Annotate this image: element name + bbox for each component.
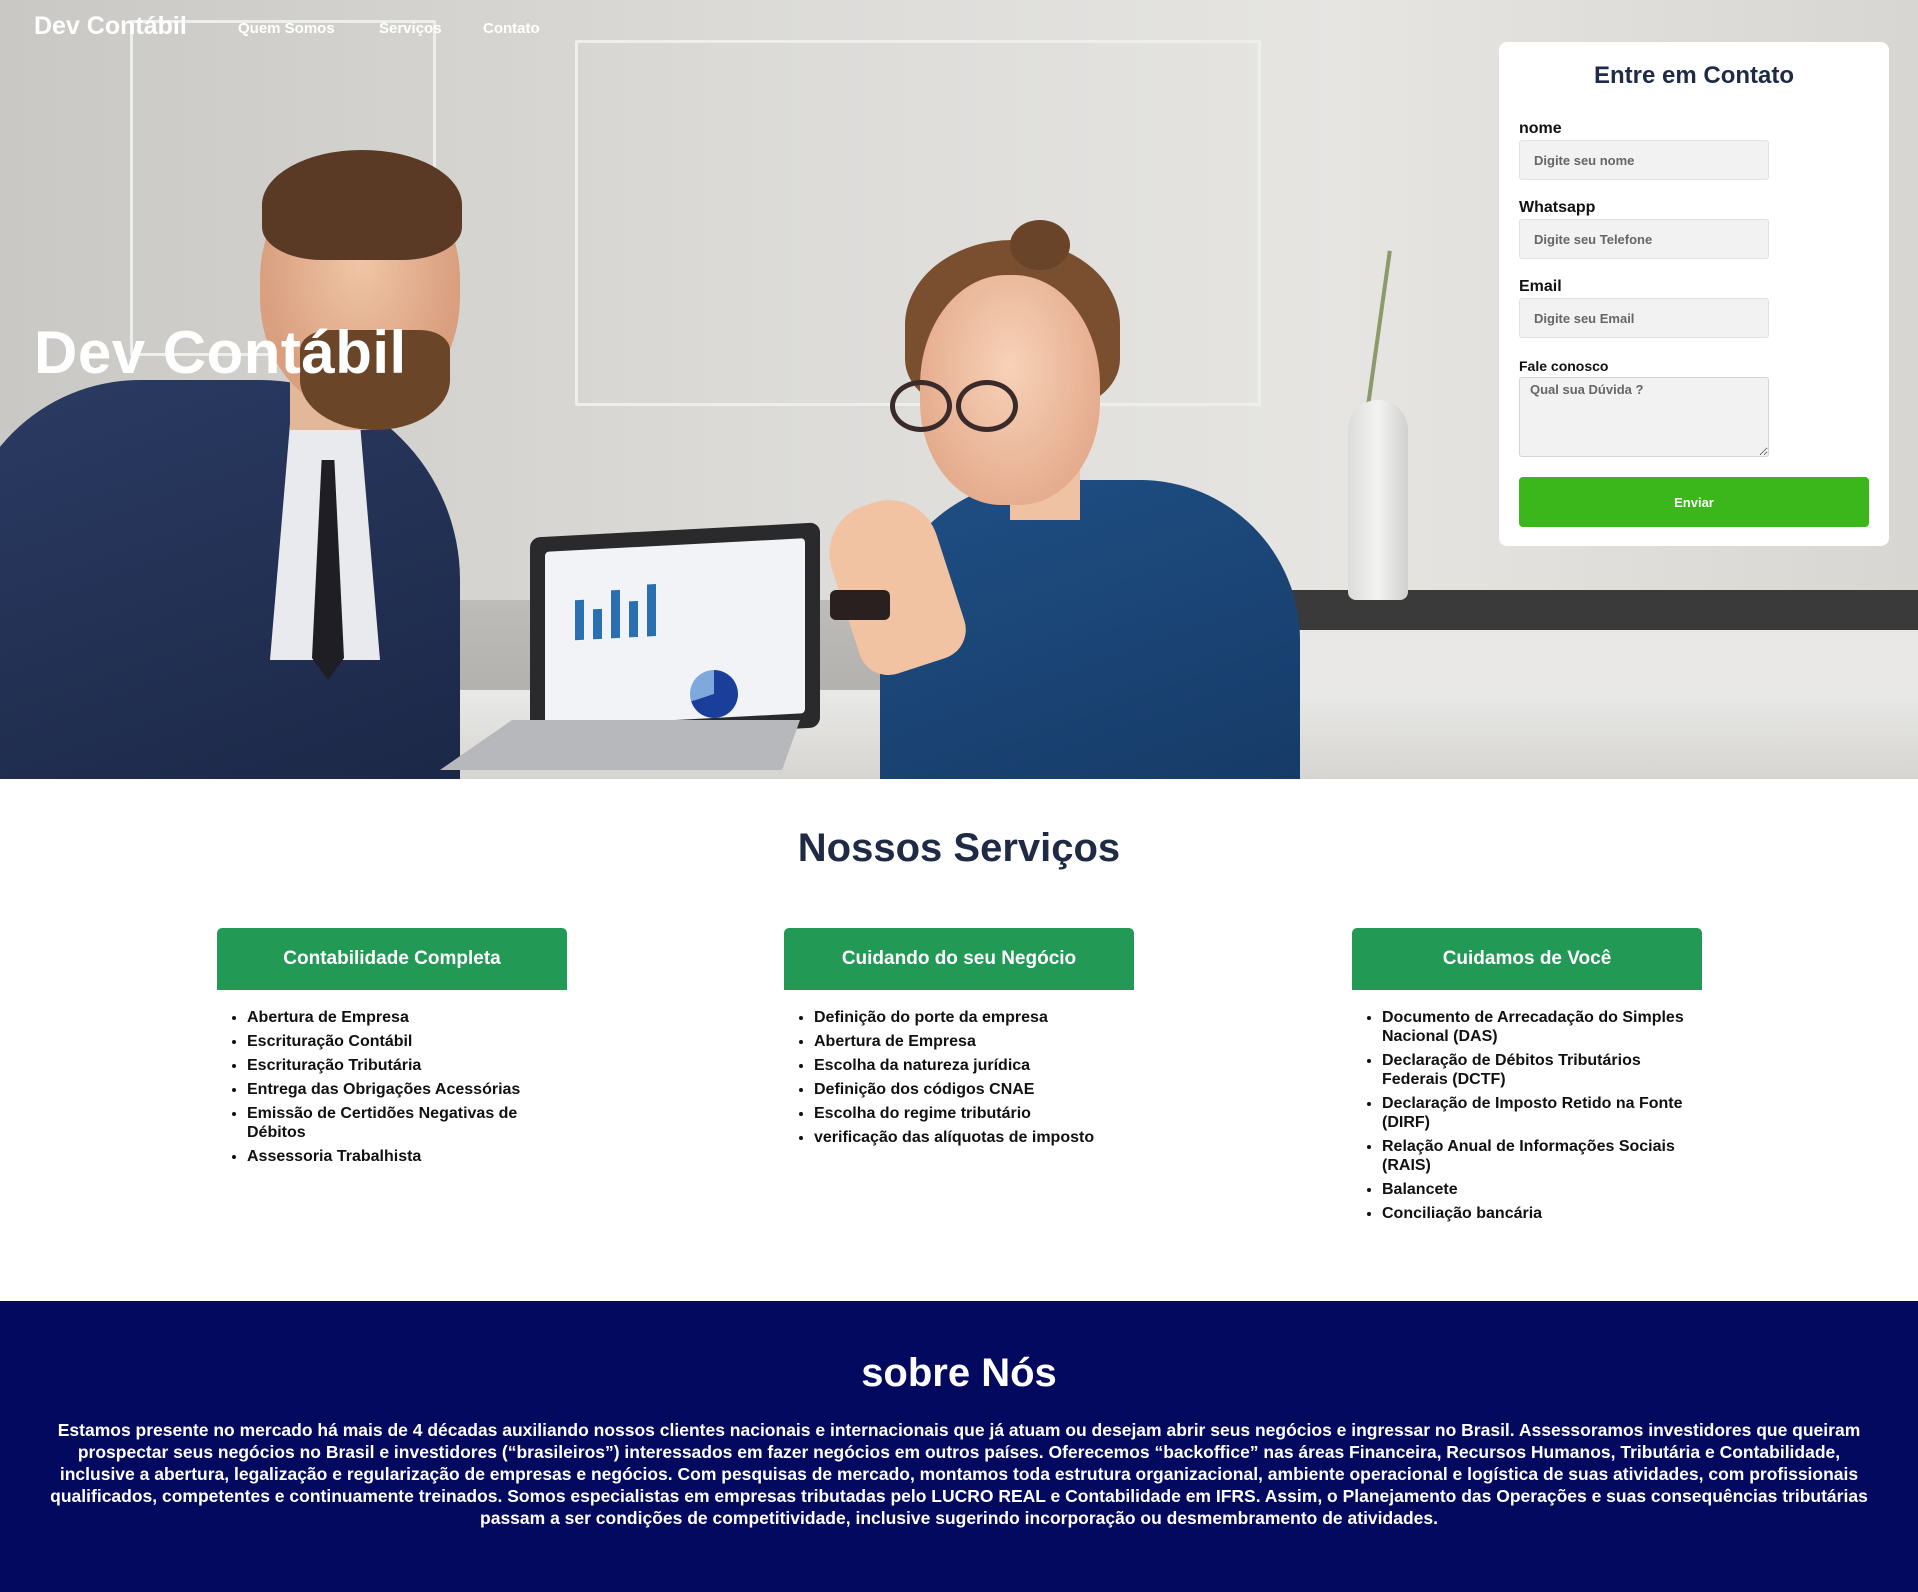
plant-stem	[1364, 250, 1392, 420]
service-list: Abertura de Empresa Escrituração Contábi…	[217, 1008, 567, 1166]
woman-hair-bun	[1010, 220, 1070, 270]
service-item: verificação das alíquotas de imposto	[814, 1128, 1134, 1147]
submit-button[interactable]: Enviar	[1519, 477, 1869, 527]
about-section: sobre Nós Estamos presente no mercado há…	[0, 1301, 1918, 1592]
nav-link-contato[interactable]: Contato	[483, 20, 540, 37]
whatsapp-input[interactable]	[1519, 219, 1769, 259]
about-text: Estamos presente no mercado há mais de 4…	[50, 1420, 1868, 1528]
message-label: Fale conosco	[1519, 358, 1609, 374]
service-list: Documento de Arrecadação do Simples Naci…	[1352, 1008, 1702, 1223]
laptop-bar	[647, 583, 656, 637]
laptop-bar	[593, 608, 602, 640]
service-item: Emissão de Certidões Negativas de Débito…	[247, 1104, 567, 1142]
service-card-voce: Cuidamos de Você Documento de Arrecadaçã…	[1352, 928, 1702, 1228]
services-title: Nossos Serviços	[797, 826, 1121, 870]
service-card-negocio: Cuidando do seu Negócio Definição do por…	[784, 928, 1134, 1152]
service-item: Documento de Arrecadação do Simples Naci…	[1382, 1008, 1702, 1046]
service-item: Declaração de Débitos Tributários Federa…	[1382, 1051, 1702, 1089]
service-item: Balancete	[1382, 1180, 1702, 1199]
contact-form-title: Entre em Contato	[1593, 62, 1794, 89]
name-label: nome	[1519, 120, 1562, 137]
service-item: Conciliação bancária	[1382, 1204, 1702, 1223]
laptop-pie	[690, 670, 738, 718]
service-list: Definição do porte da empresa Abertura d…	[784, 1008, 1134, 1147]
wristwatch	[830, 590, 890, 620]
service-item: Escrituração Contábil	[247, 1032, 567, 1051]
service-item: Escolha do regime tributário	[814, 1104, 1134, 1123]
about-title: sobre Nós	[861, 1351, 1057, 1395]
service-item: Abertura de Empresa	[247, 1008, 567, 1027]
service-item: Definição do porte da empresa	[814, 1008, 1134, 1027]
nav-link-quem-somos[interactable]: Quem Somos	[238, 20, 335, 37]
laptop-bar	[575, 599, 584, 641]
message-textarea[interactable]	[1519, 377, 1769, 457]
name-input[interactable]	[1519, 140, 1769, 180]
service-card-contabilidade: Contabilidade Completa Abertura de Empre…	[217, 928, 567, 1171]
service-item: Definição dos códigos CNAE	[814, 1080, 1134, 1099]
brand-logo-link[interactable]: Dev Contábil	[34, 12, 187, 41]
service-item: Relação Anual de Informações Sociais (RA…	[1382, 1137, 1702, 1175]
service-item: Escrituração Tributária	[247, 1056, 567, 1075]
vase	[1348, 400, 1408, 600]
service-item: Entrega das Obrigações Acessórias	[247, 1080, 567, 1099]
service-item: Declaração de Imposto Retido na Fonte (D…	[1382, 1094, 1702, 1132]
email-label: Email	[1519, 278, 1562, 295]
service-item: Abertura de Empresa	[814, 1032, 1134, 1051]
laptop-bar	[611, 589, 620, 639]
whatsapp-label: Whatsapp	[1519, 199, 1596, 216]
contact-form: Entre em Contato nome Whatsapp Email Fal…	[1499, 42, 1889, 546]
man-hair	[262, 150, 462, 260]
service-card-title: Cuidamos de Você	[1352, 928, 1702, 990]
service-item: Escolha da natureza jurídica	[814, 1056, 1134, 1075]
service-card-title: Contabilidade Completa	[217, 928, 567, 990]
laptop-display	[545, 538, 805, 727]
service-card-title: Cuidando do seu Negócio	[784, 928, 1134, 990]
service-item: Assessoria Trabalhista	[247, 1147, 567, 1166]
man-jacket	[0, 380, 460, 779]
glasses	[890, 380, 1020, 432]
hero-title: Dev Contábil	[34, 319, 407, 386]
laptop-bar	[629, 600, 638, 638]
email-input[interactable]	[1519, 298, 1769, 338]
nav-link-servicos[interactable]: Serviços	[379, 20, 442, 37]
